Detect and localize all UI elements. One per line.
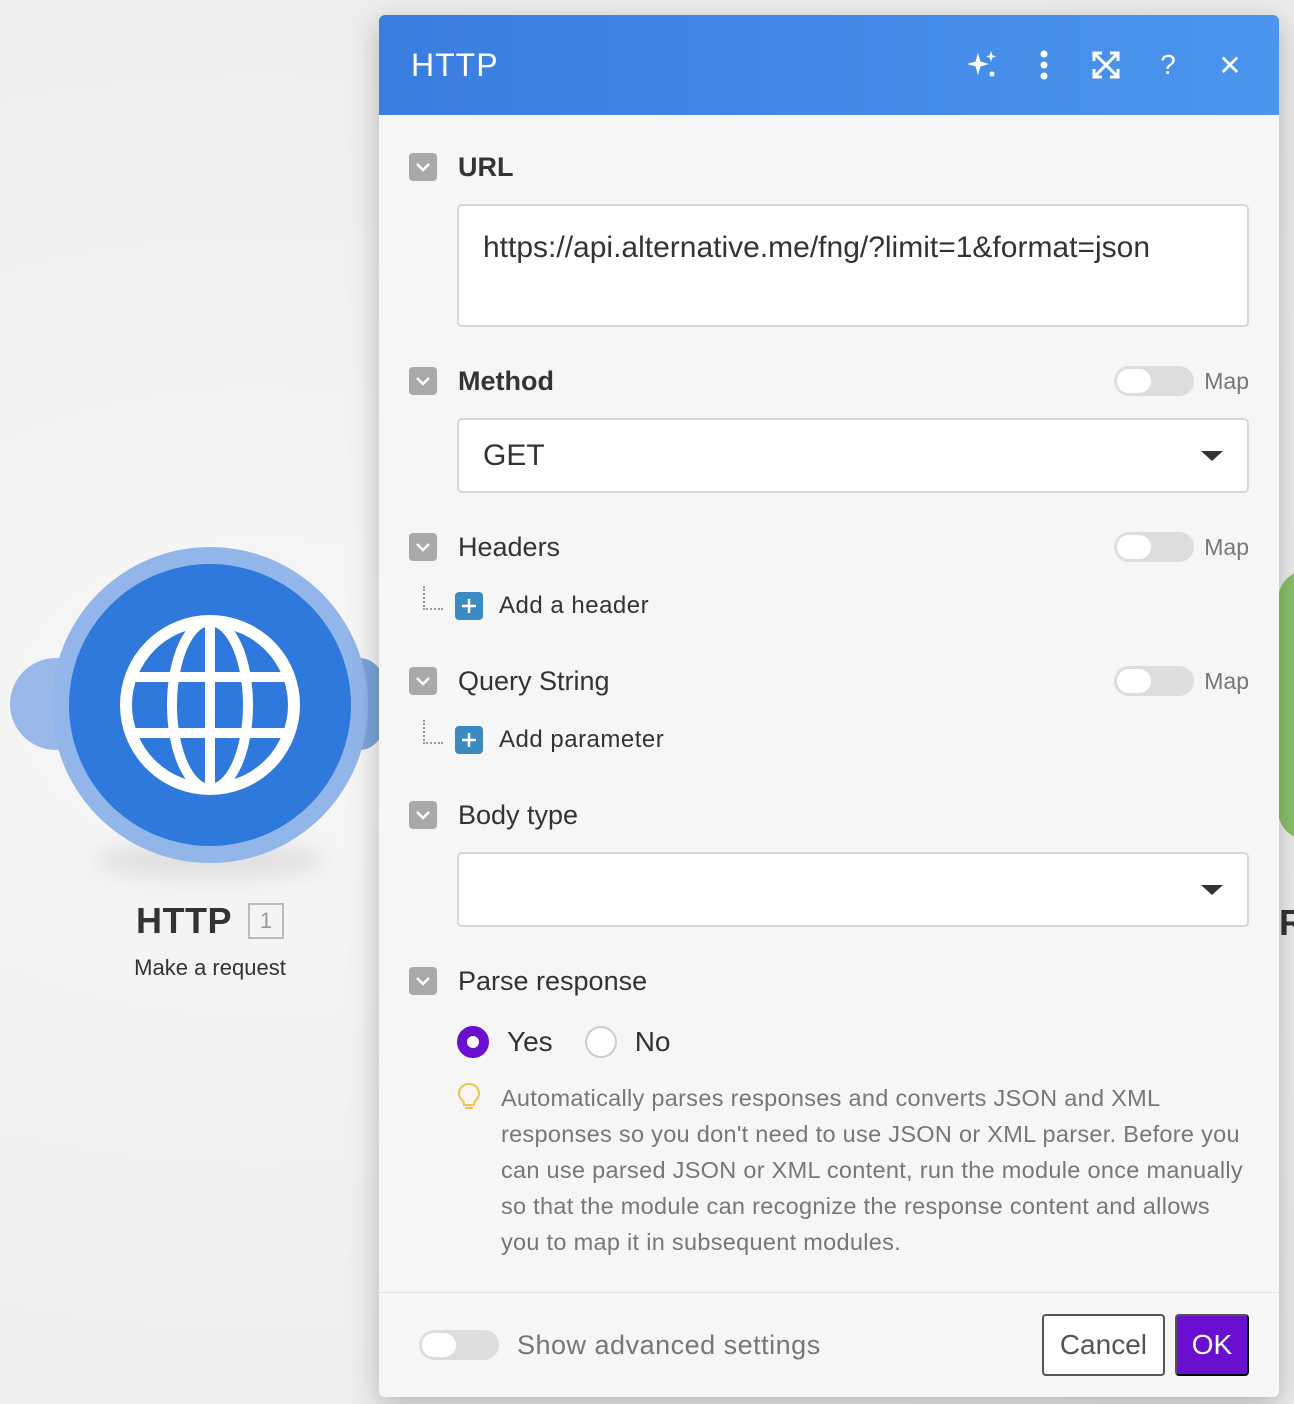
method-map-toggle[interactable] — [1114, 366, 1195, 396]
chevron-down-icon — [416, 163, 430, 172]
module-title-row: HTTP 1 — [0, 900, 420, 942]
method-label: Method — [458, 365, 554, 396]
lightbulb-icon — [457, 1082, 483, 1260]
headers-map-label: Map — [1204, 533, 1249, 560]
parse-response-label: Parse response — [458, 965, 648, 996]
header-actions: ? ✕ — [965, 48, 1247, 82]
body-type-collapse-toggle[interactable] — [409, 801, 437, 829]
parse-response-yes-label[interactable]: Yes — [507, 1026, 553, 1058]
body-type-section-header: Body type — [409, 795, 1249, 835]
advanced-settings-toggle[interactable] — [419, 1330, 499, 1360]
next-module-node[interactable] — [1278, 570, 1294, 840]
parse-response-no-label[interactable]: No — [635, 1026, 671, 1058]
method-select[interactable]: GET — [457, 418, 1249, 493]
next-module-title: R — [1279, 902, 1294, 943]
caret-down-icon — [1201, 884, 1223, 895]
query-string-map-switch[interactable]: Map — [1114, 666, 1249, 696]
cancel-button[interactable]: Cancel — [1041, 1314, 1165, 1376]
dialog-footer: Show advanced settings Cancel OK — [379, 1292, 1279, 1397]
tree-connector — [423, 586, 443, 610]
parse-response-hint: Automatically parses responses and conve… — [457, 1080, 1249, 1260]
url-input[interactable]: https://api.alternative.me/fng/?limit=1&… — [457, 204, 1249, 327]
url-collapse-toggle[interactable] — [409, 153, 437, 181]
chevron-down-icon — [416, 543, 430, 552]
chevron-down-icon — [416, 677, 430, 686]
headers-collapse-toggle[interactable] — [409, 533, 437, 561]
dialog-header: HTTP ? ✕ — [379, 15, 1279, 115]
more-vertical-icon[interactable] — [1027, 48, 1061, 82]
help-icon[interactable]: ? — [1151, 48, 1185, 82]
parse-response-radio-group: Yes No — [457, 1022, 1249, 1062]
advanced-settings-label[interactable]: Show advanced settings — [517, 1330, 1042, 1361]
headers-section-header: Headers Map — [409, 527, 1249, 567]
add-header-link[interactable]: Add a header — [499, 592, 649, 620]
caret-down-icon — [1201, 450, 1223, 461]
ok-button[interactable]: OK — [1175, 1314, 1249, 1376]
chevron-down-icon — [416, 977, 430, 986]
parse-response-hint-text: Automatically parses responses and conve… — [500, 1085, 1243, 1255]
method-map-label: Map — [1204, 367, 1249, 394]
plus-icon[interactable] — [455, 726, 483, 754]
query-string-collapse-toggle[interactable] — [409, 667, 437, 695]
method-map-switch[interactable]: Map — [1114, 366, 1249, 396]
query-string-map-label: Map — [1204, 667, 1249, 694]
module-settings-dialog: HTTP ? ✕ URL https://api.alternative.me/… — [379, 15, 1279, 1397]
module-subtitle: Make a request — [134, 955, 286, 980]
method-collapse-toggle[interactable] — [409, 367, 437, 395]
add-parameter-link[interactable]: Add parameter — [499, 726, 664, 754]
query-string-label: Query String — [458, 665, 610, 696]
module-id-badge: 1 — [248, 903, 284, 939]
add-parameter-row[interactable]: Add parameter — [423, 720, 1249, 760]
body-type-select[interactable] — [457, 852, 1249, 927]
sparkle-icon[interactable] — [965, 48, 999, 82]
dialog-body: URL https://api.alternative.me/fng/?limi… — [379, 147, 1279, 1260]
module-title: HTTP — [136, 900, 232, 941]
method-select-value: GET — [483, 438, 545, 472]
http-module-core[interactable] — [69, 564, 351, 846]
parse-response-no-radio[interactable] — [584, 1026, 617, 1058]
method-section-header: Method Map — [409, 361, 1249, 401]
headers-map-toggle[interactable] — [1114, 532, 1195, 562]
tree-connector — [423, 720, 443, 744]
add-header-row[interactable]: Add a header — [423, 586, 1249, 626]
body-type-label: Body type — [458, 799, 579, 830]
parse-response-collapse-toggle[interactable] — [409, 967, 437, 995]
query-string-map-toggle[interactable] — [1114, 666, 1195, 696]
parse-response-yes-radio[interactable] — [457, 1026, 489, 1058]
headers-label: Headers — [458, 531, 561, 562]
chevron-down-icon — [416, 811, 430, 820]
url-section-header: URL — [409, 147, 1249, 187]
expand-icon[interactable] — [1089, 48, 1123, 82]
url-label: URL — [458, 151, 514, 182]
query-string-section-header: Query String Map — [409, 661, 1249, 701]
plus-icon[interactable] — [455, 592, 483, 620]
chevron-down-icon — [416, 377, 430, 386]
headers-map-switch[interactable]: Map — [1114, 532, 1249, 562]
globe-icon — [120, 615, 300, 795]
parse-response-section-header: Parse response — [409, 961, 1249, 1001]
close-icon[interactable]: ✕ — [1213, 48, 1247, 82]
dialog-title: HTTP — [411, 46, 499, 83]
